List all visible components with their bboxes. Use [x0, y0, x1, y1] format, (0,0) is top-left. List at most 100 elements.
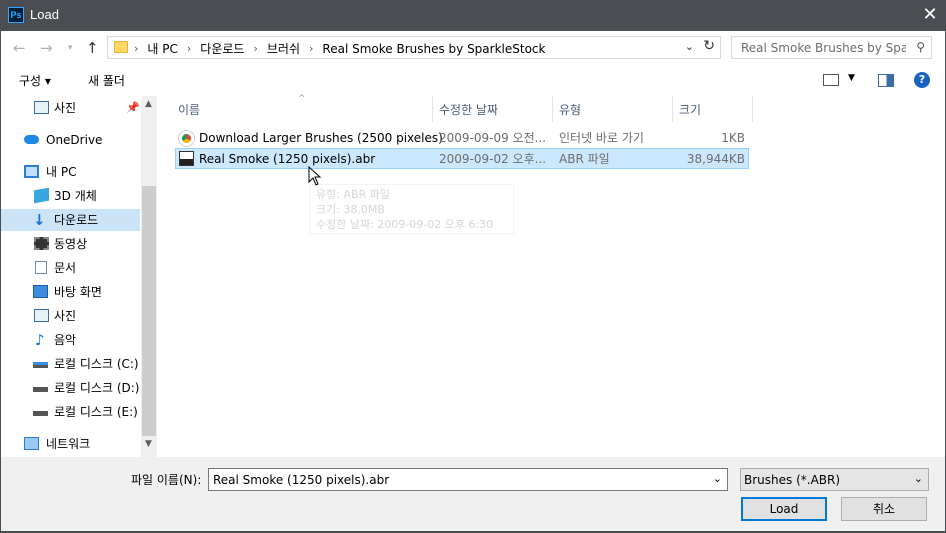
photoshop-icon: Ps — [8, 7, 24, 23]
tooltip-line: 크기: 38.0MB — [316, 203, 385, 216]
navigation-pane: 사진 📌 OneDrive 내 PC 3D 개체 ↓ 다운로드 동영상 문서 바… — [0, 96, 157, 457]
table-row-selected[interactable]: Real Smoke (1250 pixels).abr 2009-09-02 … — [175, 148, 749, 169]
sidebar-item-drive-e[interactable]: 로컬 디스크 (E:) — [0, 401, 140, 423]
scroll-down-icon[interactable]: ▼ — [145, 439, 152, 449]
cancel-button[interactable]: 취소 — [841, 497, 927, 521]
column-header-modified[interactable]: 수정한 날짜 — [439, 101, 498, 118]
sidebar-scrollbar[interactable]: ▲ ▼ — [141, 96, 157, 457]
file-name: Real Smoke (1250 pixels).abr — [199, 152, 376, 166]
up-arrow-icon[interactable]: ↑ — [86, 39, 99, 57]
sidebar-item-onedrive[interactable]: OneDrive — [0, 129, 140, 151]
onedrive-icon — [24, 135, 39, 144]
breadcrumb-separator-icon: › — [309, 42, 314, 55]
abr-file-icon — [179, 151, 194, 166]
file-modified: 2009-09-09 오전... — [439, 131, 547, 145]
sidebar-item-label: OneDrive — [46, 133, 103, 147]
preview-pane-icon[interactable] — [878, 74, 894, 87]
sidebar-item-label: 사진 — [54, 309, 77, 323]
sidebar-item-documents[interactable]: 문서 — [0, 257, 140, 279]
column-header-type[interactable]: 유형 — [559, 101, 581, 118]
load-button[interactable]: Load — [741, 497, 827, 521]
navigation-bar: ← → ▾ ↑ › 내 PC › 다운로드 › 브러쉬 › Real Smoke… — [0, 31, 946, 64]
column-header-name[interactable]: 이름 — [178, 101, 200, 118]
sidebar-item-network[interactable]: 네트워크 — [0, 433, 140, 455]
table-row[interactable]: Download Larger Brushes (2500 pixeles) 2… — [175, 128, 749, 149]
breadcrumb-separator-icon: › — [186, 42, 192, 55]
sidebar-item-music[interactable]: ♪ 음악 — [0, 329, 140, 351]
scrollbar-thumb[interactable] — [142, 186, 156, 436]
sidebar-item-3d-objects[interactable]: 3D 개체 — [0, 185, 140, 207]
title-bar: Ps Load ✕ — [0, 0, 946, 31]
sidebar-item-label: 내 PC — [46, 165, 77, 179]
sidebar-item-label: 로컬 디스크 (E:) — [54, 405, 138, 419]
dialog-footer: 파일 이름(N): Real Smoke (1250 pixels).abr ⌄… — [0, 457, 946, 533]
forward-arrow-icon[interactable]: → — [40, 39, 53, 57]
filter-value: Brushes (*.ABR) — [744, 473, 841, 487]
column-divider[interactable] — [552, 96, 553, 122]
breadcrumb: › 내 PC › 다운로드 › 브러쉬 › Real Smoke Brushes… — [134, 40, 545, 57]
sidebar-item-label: 다운로드 — [54, 213, 99, 227]
refresh-icon[interactable]: ↻ — [703, 38, 715, 54]
new-folder-button[interactable]: 새 폴더 — [88, 72, 125, 89]
file-type-filter[interactable]: Brushes (*.ABR) ⌄ — [740, 468, 929, 491]
sidebar-item-label: 동영상 — [54, 237, 88, 251]
filename-dropdown-icon[interactable]: ⌄ — [713, 472, 722, 485]
address-dropdown-icon[interactable]: ⌄ — [685, 40, 694, 53]
filename-value: Real Smoke (1250 pixels).abr — [213, 473, 390, 487]
sidebar-item-label: 네트워크 — [46, 437, 91, 451]
breadcrumb-item[interactable]: 브러쉬 — [267, 40, 300, 57]
address-bar[interactable]: › 내 PC › 다운로드 › 브러쉬 › Real Smoke Brushes… — [107, 36, 721, 59]
file-tooltip: 유형: ABR 파일 크기: 38.0MB 수정한 날짜: 2009-09-02… — [309, 184, 514, 234]
back-arrow-icon[interactable]: ← — [13, 39, 26, 57]
pictures-icon — [34, 101, 49, 114]
view-options-icon[interactable] — [823, 74, 839, 86]
sidebar-item-drive-c[interactable]: 로컬 디스크 (C:) — [0, 353, 140, 375]
search-icon: ⚲ — [916, 40, 925, 54]
sidebar-item-desktop[interactable]: 바탕 화면 — [0, 281, 140, 303]
downloads-icon: ↓ — [33, 211, 46, 229]
sidebar-item-pictures[interactable]: 사진 — [0, 305, 140, 327]
filename-input[interactable]: Real Smoke (1250 pixels).abr ⌄ — [208, 468, 728, 491]
recent-chevron-icon[interactable]: ▾ — [68, 43, 73, 53]
drive-icon — [33, 411, 48, 416]
file-size: 38,944KB — [686, 152, 745, 166]
view-dropdown-icon[interactable]: ▼ — [848, 73, 855, 83]
breadcrumb-item[interactable]: 내 PC — [147, 40, 177, 57]
column-divider[interactable] — [672, 96, 673, 122]
sidebar-item-downloads[interactable]: ↓ 다운로드 — [0, 209, 140, 231]
file-size: 1KB — [721, 131, 745, 145]
network-icon — [24, 437, 39, 450]
pin-icon[interactable]: 📌 — [126, 97, 140, 119]
file-modified: 2009-09-02 오후... — [439, 152, 547, 166]
file-type: ABR 파일 — [559, 152, 610, 166]
file-list: ^ 이름 수정한 날짜 유형 크기 Download Larger Brushe… — [158, 94, 946, 457]
sidebar-item-label: 바탕 화면 — [54, 285, 102, 299]
sidebar-item-drive-d[interactable]: 로컬 디스크 (D:) — [0, 377, 140, 399]
sidebar-item-videos[interactable]: 동영상 — [0, 233, 140, 255]
search-box[interactable]: Real Smoke Brushes by Spar... ⚲ — [731, 36, 932, 59]
sidebar-item-label: 문서 — [54, 261, 77, 275]
column-divider[interactable] — [752, 96, 753, 122]
scroll-up-icon[interactable]: ▲ — [145, 99, 152, 109]
column-header-size[interactable]: 크기 — [679, 101, 701, 118]
sidebar-item-label: 사진 — [54, 101, 77, 115]
sidebar-item-pictures-quick[interactable]: 사진 📌 — [0, 97, 140, 119]
breadcrumb-item[interactable]: Real Smoke Brushes by SparkleStock — [322, 42, 545, 56]
3d-objects-icon — [34, 187, 49, 204]
videos-icon — [34, 237, 49, 250]
sidebar-item-label: 로컬 디스크 (D:) — [54, 381, 140, 395]
organize-button[interactable]: 구성 ▾ — [19, 72, 51, 89]
help-icon[interactable]: ? — [914, 72, 930, 88]
search-placeholder: Real Smoke Brushes by Spar... — [741, 41, 906, 55]
filter-dropdown-icon[interactable]: ⌄ — [914, 472, 923, 485]
sidebar-item-this-pc[interactable]: 내 PC — [0, 161, 140, 183]
file-type: 인터넷 바로 가기 — [559, 131, 644, 145]
filename-label: 파일 이름(N): — [131, 473, 202, 487]
tooltip-line: 유형: ABR 파일 — [316, 188, 390, 201]
close-button[interactable]: ✕ — [914, 0, 946, 31]
column-divider[interactable] — [432, 96, 433, 122]
breadcrumb-separator-icon: › — [134, 42, 139, 55]
internet-shortcut-icon — [179, 131, 194, 146]
pictures-icon — [34, 309, 49, 322]
breadcrumb-item[interactable]: 다운로드 — [200, 40, 244, 57]
